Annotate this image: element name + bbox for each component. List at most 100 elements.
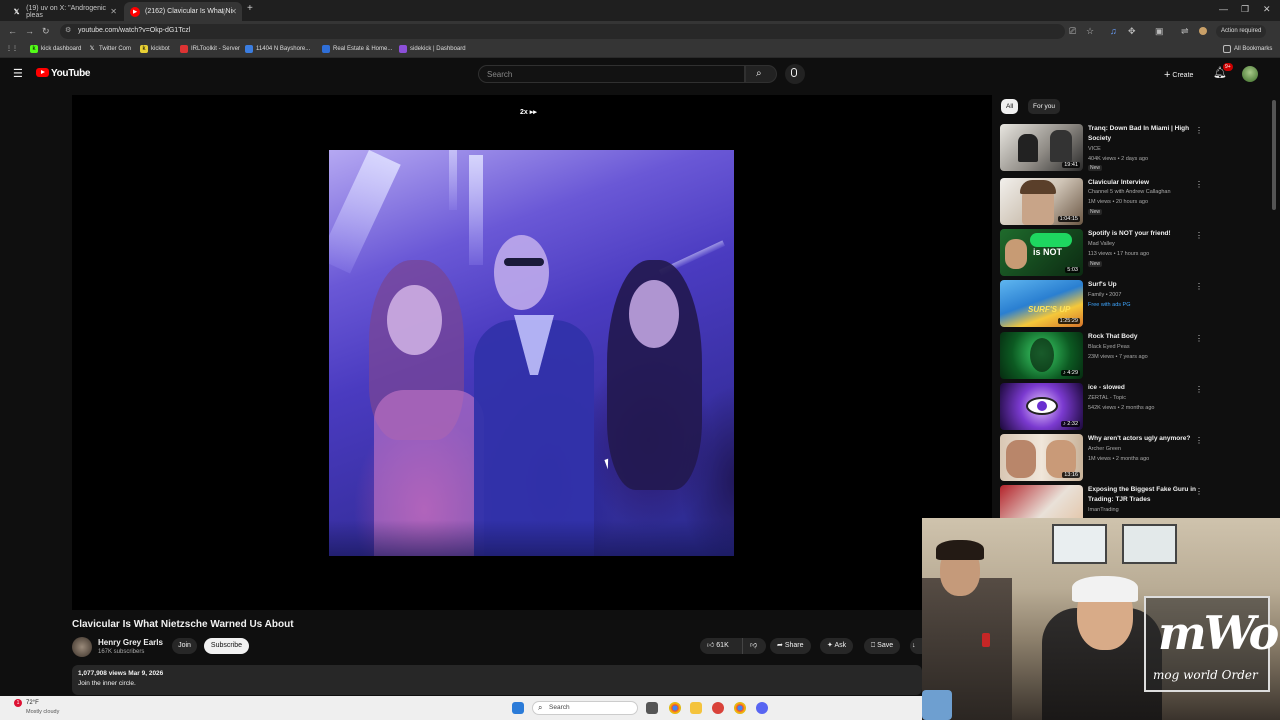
windows-start-icon[interactable]: [512, 702, 524, 714]
voice-search-button[interactable]: [785, 64, 805, 84]
video-title[interactable]: Clavicular Interview: [1088, 178, 1203, 188]
action-required-button[interactable]: Action required: [1216, 25, 1267, 38]
description-box[interactable]: [72, 665, 922, 695]
bookmark-kickbot[interactable]: k kickbot: [140, 45, 170, 53]
recommendation-item[interactable]: ♪ 4:29 Rock That Body Black Eyed Peas 23…: [1000, 332, 1270, 380]
more-actions-icon[interactable]: ⋮: [1195, 385, 1203, 394]
video-title[interactable]: ice - slowed: [1088, 383, 1203, 393]
bookmark-bayshore[interactable]: 11404 N Bayshore...: [245, 45, 310, 53]
chrome-icon[interactable]: [669, 702, 681, 714]
profile-avatar[interactable]: [1199, 27, 1207, 35]
download-button[interactable]: ↓: [910, 638, 922, 654]
weather-temperature[interactable]: 72°F: [26, 700, 39, 706]
video-thumbnail[interactable]: is NOT 5:03: [1000, 229, 1083, 276]
video-title[interactable]: Surf's Up: [1088, 280, 1203, 290]
speaker-icon[interactable]: ◂): [220, 8, 226, 16]
bookmark-kick-dashboard[interactable]: k kick dashboard: [30, 45, 81, 53]
youtube-logo-icon[interactable]: [36, 68, 49, 77]
extensions-puzzle-icon[interactable]: ✥: [1128, 26, 1136, 37]
scrollbar[interactable]: [1272, 100, 1276, 210]
tab-youtube[interactable]: ▶ (2162) Clavicular Is What Ni ◂) ✕: [124, 2, 242, 21]
video-thumbnail[interactable]: ♪ 4:29: [1000, 332, 1083, 379]
install-icon[interactable]: ⎚: [1069, 26, 1076, 37]
recommendation-item[interactable]: 1:04:15 Clavicular Interview Channel 5 w…: [1000, 178, 1270, 226]
side-panel-icon[interactable]: ▣: [1155, 26, 1164, 37]
create-button[interactable]: + Create: [1160, 65, 1193, 85]
app-icon[interactable]: [712, 702, 724, 714]
video-title[interactable]: Exposing the Biggest Fake Guru in Tradin…: [1088, 485, 1203, 505]
address-bar[interactable]: ⚙ youtube.com/watch?v=Okp-dG1Tczl: [60, 24, 1065, 39]
bookmark-irltoolkit[interactable]: IRLToolkit - Server: [180, 45, 240, 53]
channel-name[interactable]: Family • 2007: [1088, 292, 1121, 298]
cast-icon[interactable]: ⇌: [1181, 26, 1189, 37]
file-explorer-icon[interactable]: [690, 702, 702, 714]
bookmark-real-estate[interactable]: Real Estate & Home...: [322, 45, 392, 53]
bookmark-twitter[interactable]: 𝕏 Twitter Com: [88, 45, 131, 53]
reload-icon[interactable]: ↻: [42, 26, 50, 37]
more-actions-icon[interactable]: ⋮: [1195, 334, 1203, 343]
ask-button[interactable]: ✦ Ask: [820, 638, 854, 654]
channel-avatar[interactable]: [72, 637, 92, 657]
channel-name[interactable]: Black Eyed Peas: [1088, 344, 1130, 350]
forward-icon[interactable]: →: [25, 26, 34, 36]
dislike-button[interactable]: 👎︎: [742, 638, 766, 654]
new-tab-button[interactable]: +: [247, 3, 253, 14]
video-title[interactable]: Tranq: Down Bad In Miami | High Society: [1088, 124, 1203, 144]
video-title[interactable]: Rock That Body: [1088, 332, 1203, 342]
video-thumbnail[interactable]: ♪ 2:32: [1000, 383, 1083, 430]
video-title[interactable]: Spotify is NOT your friend!: [1088, 229, 1203, 239]
back-icon[interactable]: ←: [8, 26, 17, 36]
minimize-icon[interactable]: —: [1219, 4, 1228, 14]
hamburger-menu-icon[interactable]: ☰: [13, 67, 23, 80]
more-actions-icon[interactable]: ⋮: [1195, 180, 1203, 189]
bookmark-sidekick[interactable]: sidekick | Dashboard: [399, 45, 466, 53]
bookmark-star-icon[interactable]: ☆: [1086, 26, 1094, 37]
tab-twitter[interactable]: 𝕏 (19) uv on X: "Androgenic pleas ✕: [6, 2, 122, 21]
youtube-logo-text[interactable]: YouTube: [51, 68, 91, 79]
recommendation-item[interactable]: Exposing the Biggest Fake Guru in Tradin…: [1000, 485, 1270, 519]
video-thumbnail[interactable]: [1000, 485, 1083, 519]
taskbar-search[interactable]: ⌕ Search: [532, 701, 638, 715]
share-button[interactable]: ➦ Share: [770, 638, 811, 654]
more-actions-icon[interactable]: ⋮: [1195, 126, 1203, 135]
more-actions-icon[interactable]: ⋮: [1195, 436, 1203, 445]
recommendation-item[interactable]: 13:16 Why aren't actors ugly anymore? Ar…: [1000, 434, 1270, 482]
video-thumbnail[interactable]: 13:16: [1000, 434, 1083, 481]
close-tab-icon[interactable]: ✕: [230, 7, 237, 16]
chip-all[interactable]: All: [1001, 99, 1019, 114]
account-avatar[interactable]: [1242, 66, 1258, 82]
like-button[interactable]: 👍︎ 61K: [700, 638, 742, 654]
channel-name[interactable]: Henry Grey Earls: [98, 638, 163, 647]
channel-name[interactable]: ImanTrading: [1088, 507, 1119, 513]
close-tab-icon[interactable]: ✕: [110, 7, 117, 16]
site-info-icon[interactable]: ⚙: [65, 26, 71, 34]
close-window-icon[interactable]: ✕: [1263, 4, 1271, 15]
video-thumbnail[interactable]: SURF'S UP 1:25:29: [1000, 280, 1083, 327]
chip-for-you[interactable]: For you: [1028, 99, 1061, 114]
chrome-profile-icon[interactable]: [734, 702, 746, 714]
recommendation-item[interactable]: 19:41 Tranq: Down Bad In Miami | High So…: [1000, 124, 1270, 172]
channel-name[interactable]: Mad Valley: [1088, 241, 1115, 247]
weather-description[interactable]: Mostly cloudy: [26, 709, 59, 715]
video-thumbnail[interactable]: 1:04:15: [1000, 178, 1083, 225]
recommendation-item[interactable]: SURF'S UP 1:25:29 Surf's Up Family • 200…: [1000, 280, 1270, 328]
save-button[interactable]: ⎕ Save: [864, 638, 901, 654]
task-view-icon[interactable]: [646, 702, 658, 714]
discord-icon[interactable]: [756, 702, 768, 714]
more-actions-icon[interactable]: ⋮: [1195, 231, 1203, 240]
apps-icon[interactable]: ⋮⋮: [6, 45, 18, 52]
more-actions-icon[interactable]: ⋮: [1195, 282, 1203, 291]
join-button[interactable]: Join: [172, 638, 197, 654]
subscribe-button[interactable]: Subscribe: [204, 638, 249, 654]
channel-name[interactable]: Channel 5 with Andrew Callaghan: [1088, 189, 1171, 195]
recommendation-item[interactable]: ♪ 2:32 ice - slowed ZERTAL - Topic 542K …: [1000, 383, 1270, 431]
all-bookmarks[interactable]: All Bookmarks: [1223, 45, 1272, 53]
video-thumbnail[interactable]: 19:41: [1000, 124, 1083, 171]
video-title[interactable]: Why aren't actors ugly anymore?: [1088, 434, 1203, 444]
search-button[interactable]: ⌕: [745, 65, 777, 83]
recommendation-item[interactable]: is NOT 5:03 Spotify is NOT your friend! …: [1000, 229, 1270, 277]
extension-icon[interactable]: ♫: [1110, 26, 1117, 36]
maximize-icon[interactable]: ❐: [1241, 4, 1249, 15]
channel-name[interactable]: VICE: [1088, 146, 1101, 152]
search-input[interactable]: Search: [478, 65, 745, 83]
